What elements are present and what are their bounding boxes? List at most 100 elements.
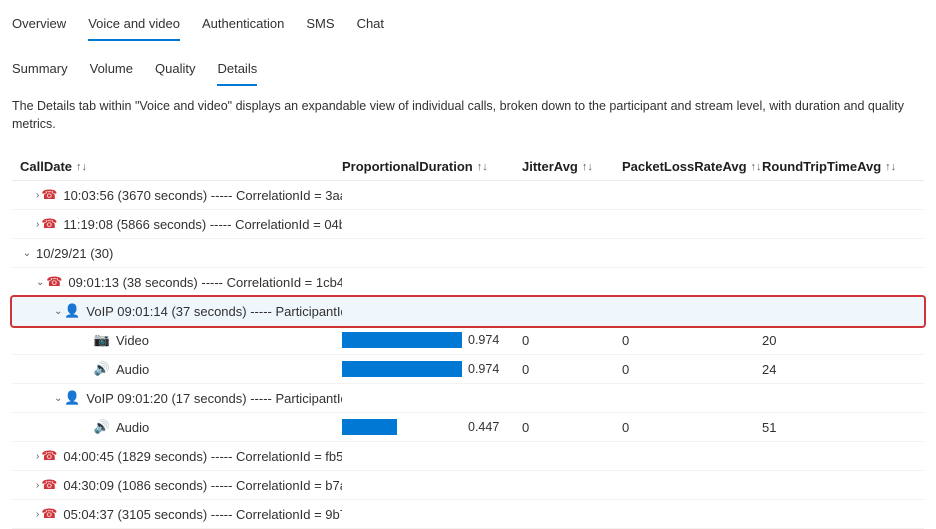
sort-icon[interactable]: ↑↓: [885, 161, 896, 173]
table-row[interactable]: ⌄☎ 09:01:13 (38 seconds) ----- Correlatio…: [12, 268, 924, 297]
phone-icon: ☎: [41, 506, 57, 522]
column-packetloss[interactable]: PacketLossRateAvg ↑↓: [622, 159, 762, 174]
cell-calldate: ⌄10/29/21 (30): [12, 246, 342, 261]
chevron-right-icon[interactable]: ›: [36, 451, 39, 462]
row-label: 10:03:56 (3670 seconds) ----- Correlatio…: [63, 188, 342, 203]
row-label: 09:01:13 (38 seconds) ----- CorrelationI…: [68, 275, 342, 290]
cell-calldate: 🔊 Audio: [12, 361, 342, 377]
chevron-right-icon[interactable]: ›: [36, 509, 39, 520]
row-label: 05:04:37 (3105 seconds) ----- Correlatio…: [63, 507, 342, 522]
duration-bar: [342, 361, 462, 377]
cell-packetloss: 0: [622, 420, 762, 435]
table-row[interactable]: ›☎ 04:30:09 (1086 seconds) ----- Correlat…: [12, 471, 924, 500]
phone-icon: ☎: [46, 274, 62, 290]
tab-voice-and-video[interactable]: Voice and video: [88, 12, 180, 41]
column-packetloss-label: PacketLossRateAvg: [622, 159, 747, 174]
column-calldate[interactable]: CallDate ↑↓: [12, 159, 342, 174]
table-row[interactable]: ›☎ 04:00:45 (1829 seconds) ----- Correlat…: [12, 442, 924, 471]
cell-calldate: ›☎ 04:00:45 (1829 seconds) ----- Correlat…: [12, 448, 342, 464]
cell-calldate: ›☎ 04:30:09 (1086 seconds) ----- Correlat…: [12, 477, 342, 493]
cell-duration: 0.974: [342, 332, 522, 348]
column-rtt[interactable]: RoundTripTimeAvg ↑↓: [762, 159, 902, 174]
chevron-down-icon[interactable]: ⌄: [36, 277, 44, 288]
head-icon: 🔊: [94, 361, 110, 377]
chevron-down-icon[interactable]: ⌄: [54, 306, 62, 317]
cell-packetloss: 0: [622, 333, 762, 348]
column-duration-label: ProportionalDuration: [342, 159, 473, 174]
tab-details[interactable]: Details: [217, 57, 257, 86]
table-row[interactable]: 📷Video0.9740020: [12, 326, 924, 355]
chevron-down-icon[interactable]: ⌄: [20, 248, 34, 259]
head-icon: 🔊: [94, 419, 110, 435]
duration-value: 0.974: [468, 333, 499, 347]
tab-sms[interactable]: SMS: [306, 12, 334, 41]
row-label: 11:19:08 (5866 seconds) ----- Correlatio…: [63, 217, 342, 232]
description-text: The Details tab within "Voice and video"…: [12, 98, 924, 133]
sort-icon[interactable]: ↑↓: [582, 161, 593, 173]
camera-icon: 📷: [94, 332, 110, 348]
row-label: VoIP 09:01:20 (17 seconds) ----- Partici…: [86, 391, 342, 406]
table-row[interactable]: ⌄10/29/21 (30): [12, 239, 924, 268]
sort-icon[interactable]: ↑↓: [751, 161, 762, 173]
table-row[interactable]: ›☎ 05:04:37 (3105 seconds) ----- Correlat…: [12, 500, 924, 529]
phone-icon: ☎: [41, 477, 57, 493]
cell-calldate: ⌄☎ 09:01:13 (38 seconds) ----- Correlatio…: [12, 274, 342, 290]
row-label: VoIP 09:01:14 (37 seconds) ----- Partici…: [86, 304, 342, 319]
table-body: ›☎10:03:56 (3670 seconds) ----- Correlat…: [12, 181, 924, 529]
table-row[interactable]: ›☎ 11:19:08 (5866 seconds) ----- Correlat…: [12, 210, 924, 239]
cell-rtt: 24: [762, 362, 902, 377]
cell-calldate: ›☎ 11:19:08 (5866 seconds) ----- Correlat…: [12, 216, 342, 232]
tab-quality[interactable]: Quality: [155, 57, 195, 86]
cell-duration: 0.974: [342, 361, 522, 377]
row-label: 04:00:45 (1829 seconds) ----- Correlatio…: [63, 449, 342, 464]
duration-value: 0.974: [468, 362, 499, 376]
phone-icon: ☎: [41, 187, 57, 203]
primary-tabs: Overview Voice and video Authentication SMS…: [12, 8, 924, 41]
cell-jitter: 0: [522, 333, 622, 348]
chevron-down-icon[interactable]: ⌄: [54, 393, 62, 404]
chevron-right-icon[interactable]: ›: [36, 480, 39, 491]
cell-calldate: ›☎ 10:03:56 (3670 seconds) ----- Correlat…: [12, 187, 342, 203]
tab-overview[interactable]: Overview: [12, 12, 66, 41]
table-row[interactable]: 🔊Audio0.9740024: [12, 355, 924, 384]
sort-icon[interactable]: ↑↓: [477, 161, 488, 173]
column-duration[interactable]: ProportionalDuration ↑↓: [342, 159, 522, 174]
cell-calldate: 📷 Video: [12, 332, 342, 348]
cell-duration: 0.447: [342, 419, 522, 435]
table-row[interactable]: ⌄👤 VoIP 09:01:14 (37 seconds) ----- Parti…: [12, 297, 924, 326]
row-label: Audio: [116, 420, 149, 435]
column-jitter[interactable]: JitterAvg ↑↓: [522, 159, 622, 174]
duration-value: 0.447: [468, 420, 499, 434]
cell-calldate: ⌄👤 VoIP 09:01:20 (17 seconds) ----- Parti…: [12, 390, 342, 406]
row-label: Video: [116, 333, 149, 348]
row-label: 04:30:09 (1086 seconds) ----- Correlatio…: [63, 478, 342, 493]
sort-icon[interactable]: ↑↓: [76, 161, 87, 173]
row-label: Audio: [116, 362, 149, 377]
tab-authentication[interactable]: Authentication: [202, 12, 284, 41]
column-jitter-label: JitterAvg: [522, 159, 578, 174]
cell-calldate: ›☎ 05:04:37 (3105 seconds) ----- Correlat…: [12, 506, 342, 522]
cell-calldate: ⌄👤 VoIP 09:01:14 (37 seconds) ----- Parti…: [12, 303, 342, 319]
phone-icon: ☎: [41, 448, 57, 464]
chevron-right-icon[interactable]: ›: [36, 219, 39, 230]
cell-jitter: 0: [522, 362, 622, 377]
table-row[interactable]: 🔊Audio0.4470051: [12, 413, 924, 442]
cell-jitter: 0: [522, 420, 622, 435]
table-row[interactable]: ⌄👤 VoIP 09:01:20 (17 seconds) ----- Parti…: [12, 384, 924, 413]
column-rtt-label: RoundTripTimeAvg: [762, 159, 881, 174]
tab-chat[interactable]: Chat: [357, 12, 384, 41]
cell-calldate: 🔊 Audio: [12, 419, 342, 435]
duration-bar: [342, 419, 462, 435]
chevron-right-icon[interactable]: ›: [36, 190, 39, 201]
cell-rtt: 51: [762, 420, 902, 435]
cell-packetloss: 0: [622, 362, 762, 377]
column-calldate-label: CallDate: [20, 159, 72, 174]
person-icon: 👤: [64, 390, 80, 406]
table-row[interactable]: ›☎ 10:03:56 (3670 seconds) ----- Correlat…: [12, 181, 924, 210]
person-icon: 👤: [64, 303, 80, 319]
secondary-tabs: Summary Volume Quality Details: [12, 53, 924, 86]
phone-icon: ☎: [41, 216, 57, 232]
tab-volume[interactable]: Volume: [90, 57, 133, 86]
tab-summary[interactable]: Summary: [12, 57, 68, 86]
cell-rtt: 20: [762, 333, 902, 348]
